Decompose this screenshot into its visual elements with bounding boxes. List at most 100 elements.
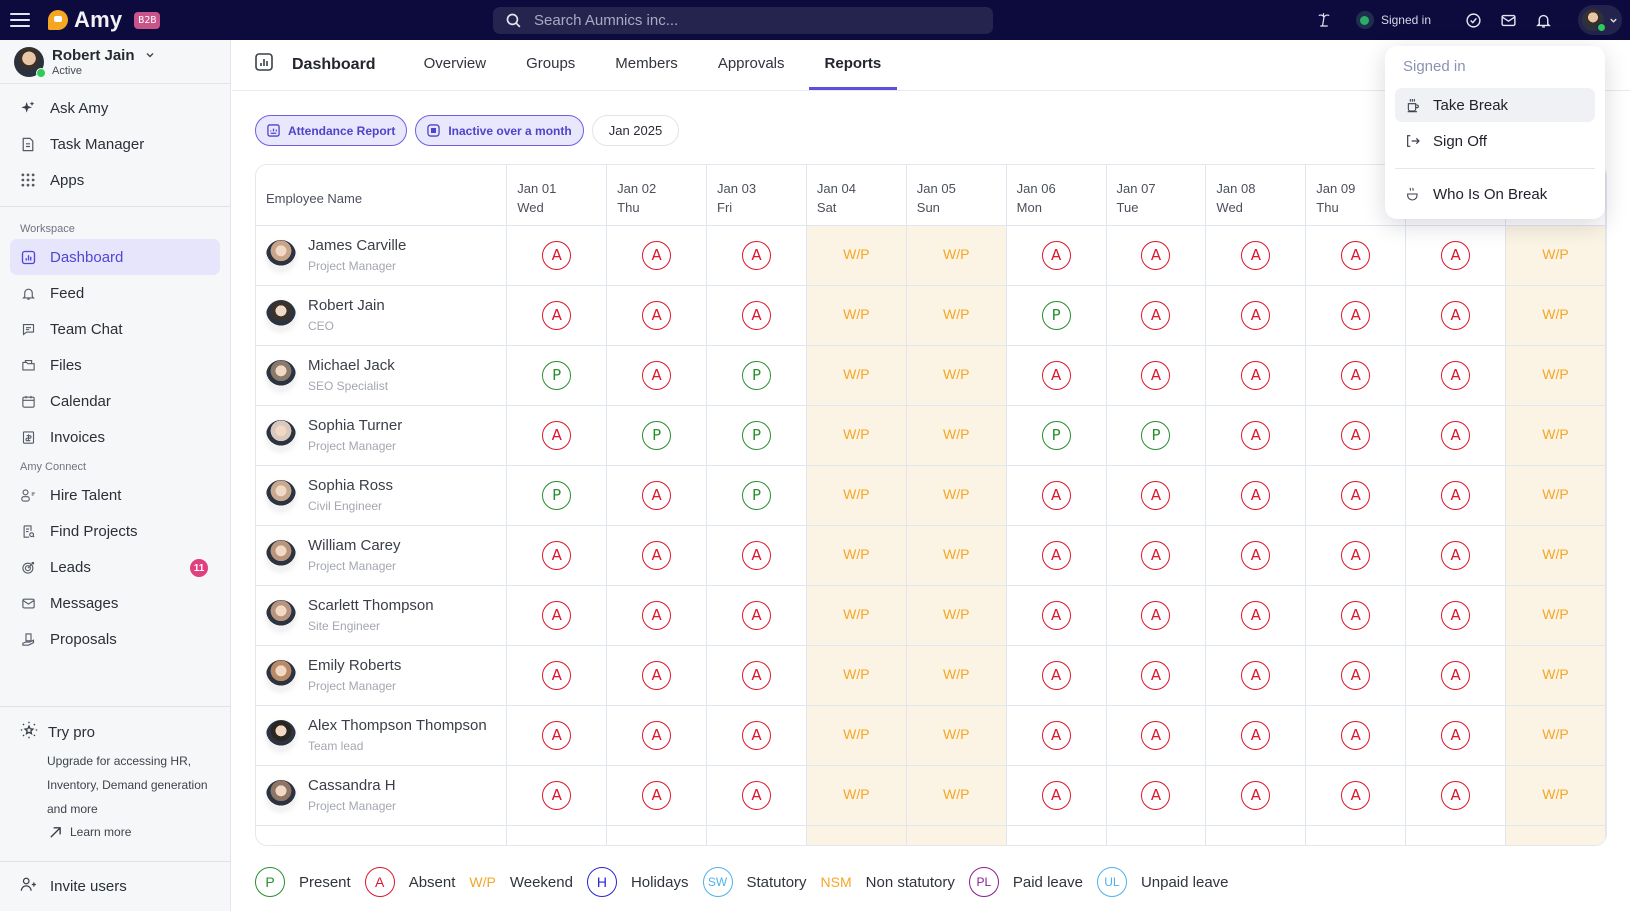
absent-mark[interactable]: A [1341,300,1371,330]
take-break-option[interactable]: Take Break [1395,88,1595,122]
employee-row[interactable]: William Carey Project Manager A A A W/P W/P A A A… [256,525,1606,586]
tasks-check-icon[interactable] [1465,12,1482,29]
menu-icon[interactable] [10,10,30,30]
weekend-mark[interactable]: W/P [943,426,969,442]
present-mark[interactable]: P [1041,300,1071,330]
employee-row[interactable]: Emily Roberts Project Manager A A A W/P W/P A A A… [256,645,1606,706]
absent-mark[interactable]: A [1341,660,1371,690]
sidebar-item-messages[interactable]: Messages [10,585,220,621]
search-bar[interactable] [493,7,993,34]
absent-mark[interactable]: A [1241,660,1271,690]
employee-row[interactable]: James Carville Project Manager A A A W/P W/P A A… [256,225,1606,286]
present-mark[interactable]: P [741,360,771,390]
absent-mark[interactable]: A [1241,780,1271,810]
weekend-mark[interactable]: W/P [943,306,969,322]
absent-mark[interactable]: A [1341,780,1371,810]
absent-mark[interactable]: A [1041,780,1071,810]
absent-mark[interactable]: A [642,600,672,630]
absent-mark[interactable]: A [1141,600,1171,630]
absent-mark[interactable]: A [1341,240,1371,270]
absent-mark[interactable]: A [1141,480,1171,510]
learn-more-link[interactable]: Learn more [49,825,230,839]
absent-mark[interactable]: A [1441,600,1471,630]
sidebar-item-find-projects[interactable]: Find Projects [10,513,220,549]
tab-approvals[interactable]: Approvals [702,39,801,90]
absent-mark[interactable]: A [642,540,672,570]
absent-mark[interactable]: A [1441,360,1471,390]
absent-mark[interactable]: A [1241,720,1271,750]
employee-row[interactable]: Michael Jack SEO Specialist P A P W/P W/P A A A A A… [256,345,1606,406]
absent-mark[interactable]: A [542,720,572,750]
present-mark[interactable]: P [741,480,771,510]
status-indicator[interactable]: Signed in [1355,11,1431,29]
absent-mark[interactable]: A [741,300,771,330]
weekend-mark[interactable]: W/P [843,306,869,322]
app-logo[interactable]: Amy B2B [48,7,161,33]
absent-mark[interactable]: A [1141,720,1171,750]
absent-mark[interactable]: A [642,660,672,690]
absent-mark[interactable]: A [1141,240,1171,270]
absent-mark[interactable]: A [1341,480,1371,510]
weekend-mark[interactable]: W/P [1542,246,1568,262]
weekend-mark[interactable]: W/P [843,666,869,682]
absent-mark[interactable]: A [1441,540,1471,570]
absent-mark[interactable]: A [542,600,572,630]
profile-switcher[interactable]: Robert Jain Active [0,40,230,84]
sidebar-item-leads[interactable]: Leads 11 [10,549,220,585]
weekend-mark[interactable]: W/P [843,786,869,802]
sidebar-item-invoices[interactable]: Invoices [10,419,220,455]
absent-mark[interactable]: A [1341,360,1371,390]
weekend-mark[interactable]: W/P [843,426,869,442]
absent-mark[interactable]: A [1241,540,1271,570]
absent-mark[interactable]: A [1441,240,1471,270]
absent-mark[interactable]: A [741,780,771,810]
invite-users-button[interactable]: Invite users [0,861,230,911]
tab-overview[interactable]: Overview [408,39,503,90]
month-selector[interactable]: Jan 2025 [591,115,680,146]
absent-mark[interactable]: A [642,480,672,510]
absent-mark[interactable]: A [1441,300,1471,330]
tab-reports[interactable]: Reports [808,39,898,90]
employee-row[interactable]: Scarlett Thompson Site Engineer A A A W/P W/P A… [256,585,1606,646]
weekend-mark[interactable]: W/P [1542,666,1568,682]
absent-mark[interactable]: A [1141,540,1171,570]
weekend-mark[interactable]: W/P [1542,786,1568,802]
absent-mark[interactable]: A [1441,660,1471,690]
absent-mark[interactable]: A [1341,600,1371,630]
absent-mark[interactable]: A [1441,780,1471,810]
absent-mark[interactable]: A [542,420,572,450]
notifications-bell-icon[interactable] [1535,12,1552,29]
sidebar-item-dashboard[interactable]: Dashboard [10,239,220,275]
absent-mark[interactable]: A [741,600,771,630]
inactive-filter-chip[interactable]: Inactive over a month [415,115,584,146]
weekend-mark[interactable]: W/P [943,246,969,262]
absent-mark[interactable]: A [1041,540,1071,570]
weekend-mark[interactable]: W/P [1542,606,1568,622]
absent-mark[interactable]: A [1141,360,1171,390]
weekend-mark[interactable]: W/P [843,486,869,502]
absent-mark[interactable]: A [642,720,672,750]
absent-mark[interactable]: A [741,240,771,270]
absent-mark[interactable]: A [1141,300,1171,330]
present-mark[interactable]: P [542,360,572,390]
sidebar-item-team-chat[interactable]: Team Chat [10,311,220,347]
employee-row[interactable]: Robert Jain CEO A A A W/P W/P P A A A A W/P [256,285,1606,346]
sidebar-item-task-manager[interactable]: Task Manager [10,126,220,162]
sidebar-item-calendar[interactable]: Calendar [10,383,220,419]
absent-mark[interactable]: A [1441,420,1471,450]
absent-mark[interactable]: A [1041,480,1071,510]
absent-mark[interactable]: A [642,360,672,390]
vacation-icon[interactable] [1314,11,1334,29]
who-is-on-break-option[interactable]: Who Is On Break [1395,177,1595,211]
tab-groups[interactable]: Groups [510,39,591,90]
absent-mark[interactable]: A [542,660,572,690]
absent-mark[interactable]: A [642,240,672,270]
absent-mark[interactable]: A [741,720,771,750]
absent-mark[interactable]: A [542,240,572,270]
employee-row[interactable]: Sophia Ross Civil Engineer P A P W/P W/P A A A A A W… [256,465,1606,526]
sidebar-item-apps[interactable]: Apps [10,162,220,198]
employee-row[interactable]: Alex Thompson Thompson Team lead A A A W/P W/P… [256,705,1606,766]
absent-mark[interactable]: A [542,780,572,810]
sidebar-item-ask-amy[interactable]: Ask Amy [10,90,220,126]
present-mark[interactable]: P [1041,420,1071,450]
